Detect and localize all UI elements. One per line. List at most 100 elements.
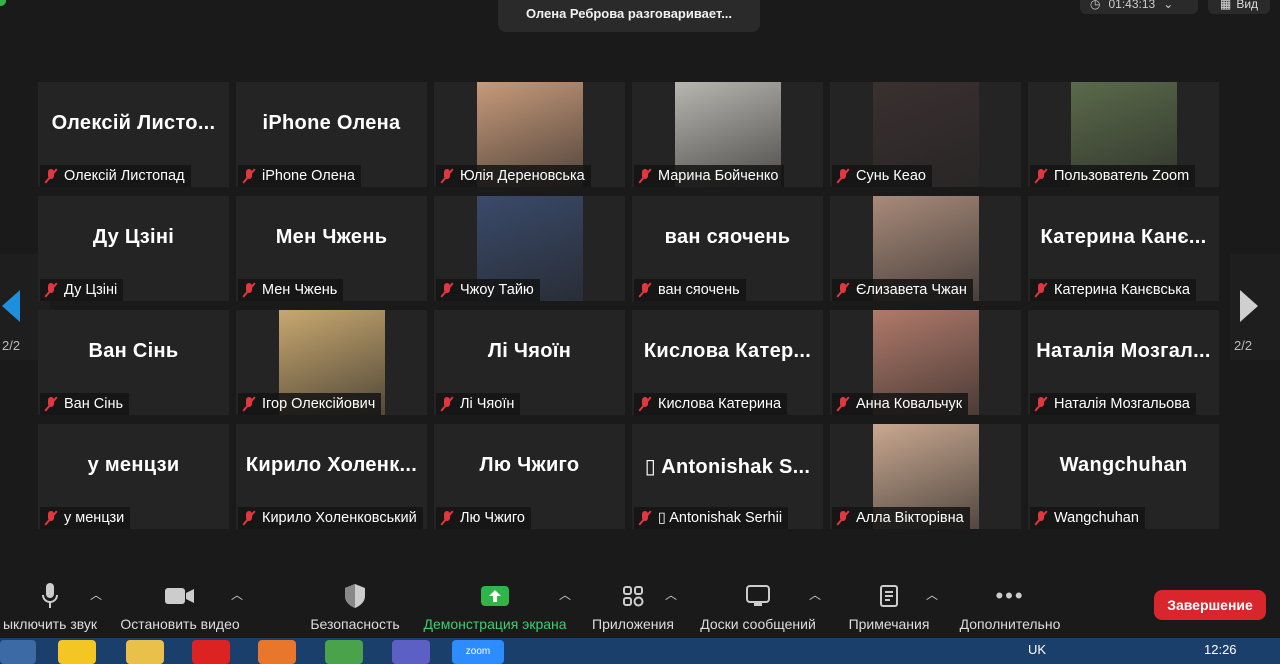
muted-microphone-icon [1034,282,1048,298]
participant-display-name: Лі Чяоїн [487,340,572,362]
opera-icon[interactable] [192,640,230,664]
participant-tile[interactable]: Олексій Листо... Олексій Листопад [38,82,229,187]
participant-name-label: Пользователь Zoom [1030,165,1196,187]
clock: 12:26 [1204,642,1237,657]
participant-tile[interactable]: Мен Чжень Мен Чжень [236,196,427,301]
participant-name-label: Wangchuhan [1030,507,1145,529]
participant-tile[interactable]: Ду Цзіні Ду Цзіні [38,196,229,301]
muted-microphone-icon [44,168,58,184]
participant-name: iPhone Олена [262,168,355,184]
participant-name-label: iPhone Олена [238,165,361,187]
participant-tile[interactable]: Анна Ковальчук [830,310,1021,415]
participant-tile[interactable]: ▯ Antonishak S... ▯ Antonishak Serhii [632,424,823,529]
participant-display-name: iPhone Олена [262,112,401,134]
language-indicator[interactable]: UK [1028,642,1046,657]
view-button[interactable]: ▦ Вид [1208,0,1270,14]
participant-name: Анна Ковальчук [856,396,963,412]
muted-microphone-icon [242,510,256,526]
folder-icon[interactable] [126,640,164,664]
participant-tile[interactable]: Пользователь Zoom [1028,82,1219,187]
participant-name-label: Ду Цзіні [40,279,124,301]
share-screen-icon [418,580,572,612]
page-indicator-left: 2/2 [2,338,21,353]
mute-button[interactable]: ыключить звук [0,580,102,632]
participant-tile[interactable]: Марина Бойченко [632,82,823,187]
participant-name-label: Катерина Канєвська [1030,279,1196,301]
participant-tile[interactable]: ван сяочень ван сяочень [632,196,823,301]
firefox-icon[interactable] [258,640,296,664]
teams-icon[interactable] [392,640,430,664]
participant-name: Лі Чяоїн [460,396,515,412]
page-indicator-right: 2/2 [1234,338,1253,353]
participant-name-label: Мен Чжень [238,279,344,301]
muted-microphone-icon [44,282,58,298]
participant-tile[interactable]: Сунь Кеао [830,82,1021,187]
muted-microphone-icon [242,396,256,412]
participant-tile[interactable]: Лі Чяоїн Лі Чяоїн [434,310,625,415]
muted-microphone-icon [1034,396,1048,412]
participant-tile[interactable]: Кислова Катер... Кислова Катерина [632,310,823,415]
participant-display-name: ▯ Antonishak S... [644,456,811,478]
zoom-taskbar-icon[interactable]: zoom [452,640,504,664]
active-speaker-banner: Олена Реброва разговаривает... [498,0,760,32]
more-dots-icon: ••• [995,583,1025,608]
muted-microphone-icon [836,168,850,184]
share-screen-button[interactable]: Демонстрация экрана [418,580,572,632]
chevron-up-icon[interactable]: ︿ [665,586,677,603]
app-icon[interactable] [58,640,96,664]
participant-name: Кислова Катерина [658,396,782,412]
participant-tile[interactable]: Ігор Олексійович [236,310,427,415]
participant-tile[interactable]: Кирило Холенк... Кирило Холенковський [236,424,427,529]
muted-microphone-icon [836,396,850,412]
video-button[interactable]: Остановить видео [118,580,242,632]
start-icon[interactable] [0,640,36,664]
participant-tile[interactable]: Лю Чжиго Лю Чжиго [434,424,625,529]
muted-microphone-icon [440,510,454,526]
participant-name: Пользователь Zoom [1054,168,1190,184]
chevron-up-icon[interactable]: ︿ [231,586,243,603]
clock-icon: ◷ [1090,0,1101,11]
security-label: Безопасность [310,616,400,632]
participant-name: Алла Вікторівна [856,510,964,526]
whiteboards-button[interactable]: Доски сообщений [694,580,822,632]
chevron-up-icon[interactable]: ︿ [559,586,571,603]
participant-tile[interactable]: Чжоу Тайю [434,196,625,301]
participant-name: у менцзи [64,510,125,526]
chevron-up-icon[interactable]: ︿ [809,586,821,603]
whiteboard-icon [694,580,822,612]
participant-tile[interactable]: Алла Вікторівна [830,424,1021,529]
participant-tile[interactable]: у менцзи у менцзи [38,424,229,529]
video-label: Остановить видео [120,616,240,632]
participant-tile[interactable]: Єлизавета Чжан [830,196,1021,301]
status-dot [0,0,6,6]
more-button[interactable]: ••• Дополнительно [954,580,1066,632]
participant-name: Кирило Холенковський [262,510,417,526]
arrow-left-icon[interactable] [2,290,20,322]
security-button[interactable]: Безопасность [305,580,405,632]
participant-tile[interactable]: Wangchuhan Wangchuhan [1028,424,1219,529]
participant-tile[interactable]: Катерина Канє... Катерина Канєвська [1028,196,1219,301]
whiteboards-label: Доски сообщений [700,616,816,632]
microphone-icon [0,580,102,612]
participant-tile[interactable]: Юлія Дереновська [434,82,625,187]
participant-name: Чжоу Тайю [460,282,534,298]
participant-name-label: ван сяочень [634,279,746,301]
next-page-nav[interactable]: 2/2 [1230,254,1280,360]
notes-button[interactable]: Примечания [843,580,935,632]
participant-tile[interactable]: iPhone Олена iPhone Олена [236,82,427,187]
muted-microphone-icon [44,510,58,526]
participant-tile[interactable]: Ван Сінь Ван Сінь [38,310,229,415]
end-meeting-button[interactable]: Завершение [1154,590,1266,620]
arrow-right-icon[interactable] [1240,290,1258,322]
participant-name-label: Сунь Кеао [832,165,932,187]
participant-tile[interactable]: Наталія Мозгал... Наталія Мозгальова [1028,310,1219,415]
participant-name: ван сяочень [658,282,740,298]
chrome-icon[interactable] [325,640,363,664]
apps-label: Приложения [592,616,674,632]
participant-display-name: Лю Чжиго [479,454,580,476]
chevron-up-icon[interactable]: ︿ [926,586,938,603]
chevron-up-icon[interactable]: ︿ [90,586,102,603]
participant-name-label: Ван Сінь [40,393,130,415]
participant-name-label: Наталія Мозгальова [1030,393,1196,415]
muted-microphone-icon [440,168,454,184]
